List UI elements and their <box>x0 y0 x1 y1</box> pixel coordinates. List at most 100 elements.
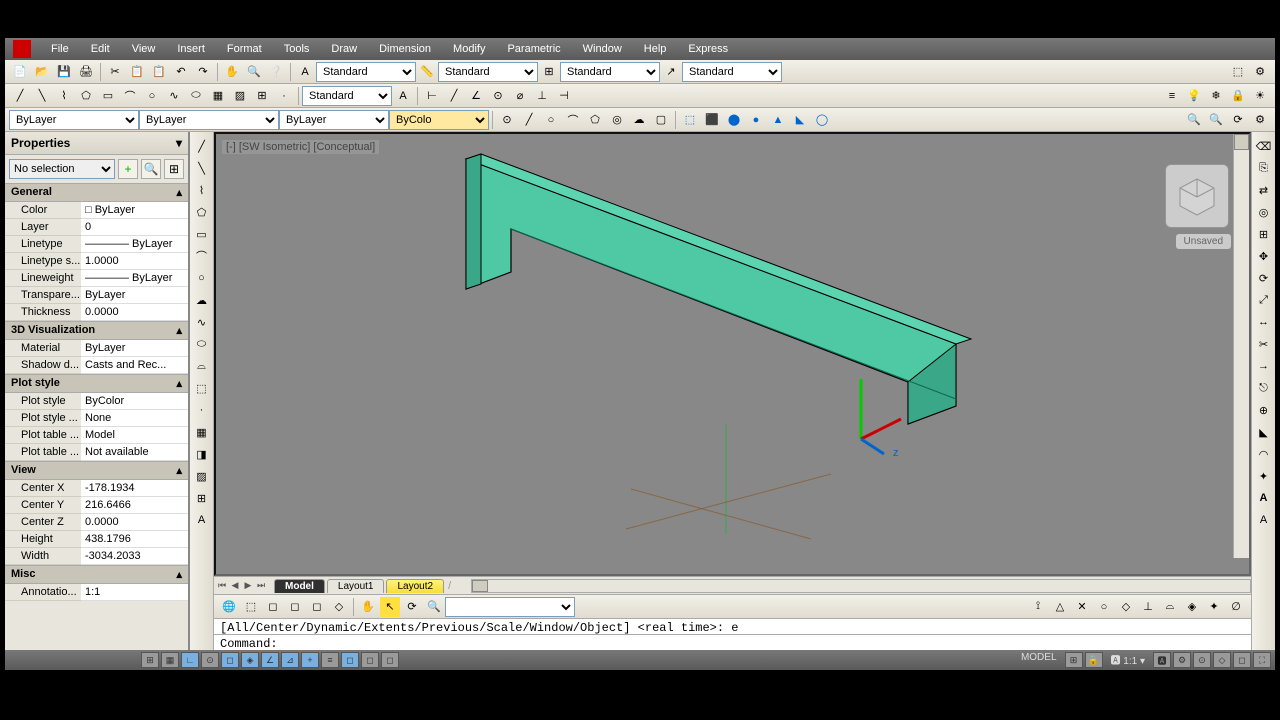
rotate-icon[interactable]: ⟳ <box>1254 268 1274 288</box>
prop-row[interactable]: Thickness0.0000 <box>5 304 188 321</box>
prop-value[interactable]: 216.6466 <box>81 497 188 514</box>
tab-first-icon[interactable]: ⏮ <box>216 580 228 591</box>
undo-icon[interactable]: ↶ <box>171 62 191 82</box>
prop-value[interactable]: 0.0000 <box>81 304 188 321</box>
mleader-style-icon[interactable]: ↗ <box>661 62 681 82</box>
prop-row[interactable]: Annotatio...1:1 <box>5 584 188 601</box>
prop-row[interactable]: Layer0 <box>5 219 188 236</box>
layer-freeze-icon[interactable]: ❄ <box>1206 86 1226 106</box>
status-scale[interactable]: 🅰 1:1 ▾ <box>1105 652 1152 668</box>
prop-row[interactable]: Color□ ByLayer <box>5 202 188 219</box>
prop-row[interactable]: Shadow d...Casts and Rec... <box>5 357 188 374</box>
viewcube[interactable] <box>1165 164 1229 228</box>
prop-row[interactable]: Width-3034.2033 <box>5 548 188 565</box>
quick-select-icon[interactable]: + <box>118 159 138 179</box>
copy2-icon[interactable]: ⎘ <box>1254 158 1274 178</box>
ellipse-tool-icon[interactable]: ⬭ <box>192 334 212 354</box>
menu-dimension[interactable]: Dimension <box>369 41 441 57</box>
mleader-style-combo[interactable]: Standard <box>682 62 782 82</box>
wcs-icon[interactable]: 🌐 <box>219 597 239 617</box>
section-plot[interactable]: Plot style▴ <box>5 374 188 393</box>
status-annoscale-icon[interactable]: 🅰 <box>1153 652 1171 668</box>
region-tool-icon[interactable]: ▨ <box>192 466 212 486</box>
dim-radius-icon[interactable]: ⊙ <box>488 86 508 106</box>
chamfer-icon[interactable]: ◣ <box>1254 422 1274 442</box>
ellipsearc-tool-icon[interactable]: ⌓ <box>192 356 212 376</box>
layer-lock-icon[interactable]: 🔒 <box>1228 86 1248 106</box>
section-viz[interactable]: 3D Visualization▴ <box>5 321 188 340</box>
line-tool-icon[interactable]: ╱ <box>192 136 212 156</box>
section-general[interactable]: General▴ <box>5 183 188 202</box>
cylinder-icon[interactable]: ⬤ <box>724 110 744 130</box>
box-icon[interactable]: ⬛ <box>702 110 722 130</box>
snap-node-icon[interactable]: ✦ <box>1204 597 1224 617</box>
dim-dia-icon[interactable]: ⌀ <box>510 86 530 106</box>
mirror-icon[interactable]: ⇄ <box>1254 180 1274 200</box>
prop-value[interactable]: ByColor <box>81 393 188 410</box>
ellipse-icon[interactable]: ⬭ <box>186 86 206 106</box>
open-icon[interactable]: 📂 <box>32 62 52 82</box>
donut-icon[interactable]: ◎ <box>607 110 627 130</box>
break-icon[interactable]: ⎋ <box>1254 378 1274 398</box>
zoom-icon[interactable]: 🔍 <box>244 62 264 82</box>
arc2-icon[interactable]: ⌒ <box>563 110 583 130</box>
sun-icon[interactable]: ☀ <box>1250 86 1270 106</box>
prop-row[interactable]: Center Z0.0000 <box>5 514 188 531</box>
text-mod-icon[interactable]: A <box>1254 488 1274 508</box>
status-lock-icon[interactable]: 🔒 <box>1085 652 1103 668</box>
circle-tool-icon[interactable]: ○ <box>192 268 212 288</box>
menu-window[interactable]: Window <box>573 41 632 57</box>
trim-icon[interactable]: ✂ <box>1254 334 1274 354</box>
command-prompt[interactable]: Command: <box>214 634 1251 650</box>
menu-file[interactable]: File <box>41 41 79 57</box>
save-icon[interactable]: 💾 <box>54 62 74 82</box>
table-icon[interactable]: ⊞ <box>252 86 272 106</box>
prop-value[interactable]: ———— ByLayer <box>81 270 188 287</box>
palette-icon[interactable]: ⬚ <box>1228 62 1248 82</box>
dim-angular-icon[interactable]: ∠ <box>466 86 486 106</box>
prop-value[interactable]: 1.0000 <box>81 253 188 270</box>
point-icon[interactable]: ⊙ <box>497 110 517 130</box>
rect-icon[interactable]: ▭ <box>98 86 118 106</box>
viewport[interactable]: [-] [SW Isometric] [Conceptual] z <box>214 132 1251 576</box>
extend-icon[interactable]: → <box>1254 356 1274 376</box>
linetype-combo[interactable]: ByLayer <box>139 110 279 130</box>
table-style-icon[interactable]: ⊞ <box>539 62 559 82</box>
status-hw-icon[interactable]: ⊙ <box>1193 652 1211 668</box>
prop-row[interactable]: MaterialByLayer <box>5 340 188 357</box>
snap-mid-icon[interactable]: △ <box>1050 597 1070 617</box>
prop-row[interactable]: Plot table ...Model <box>5 427 188 444</box>
view-iso-icon[interactable]: ◇ <box>329 597 349 617</box>
circle-icon[interactable]: ○ <box>142 86 162 106</box>
zoom-ext-icon[interactable]: 🔍 <box>1184 110 1204 130</box>
pyramid-icon[interactable]: ▲ <box>768 110 788 130</box>
snap-cen-icon[interactable]: ○ <box>1094 597 1114 617</box>
gradient-tool-icon[interactable]: ◨ <box>192 444 212 464</box>
prop-row[interactable]: Linetype s...1.0000 <box>5 253 188 270</box>
region-icon[interactable]: ▨ <box>230 86 250 106</box>
cut-icon[interactable]: ✂ <box>105 62 125 82</box>
dim-ord-icon[interactable]: ⊥ <box>532 86 552 106</box>
text-mod2-icon[interactable]: A <box>1254 510 1274 530</box>
snap-end-icon[interactable]: ⟟ <box>1028 597 1048 617</box>
osnap-combo[interactable] <box>445 597 575 617</box>
layer-manager-icon[interactable]: ≡ <box>1162 86 1182 106</box>
osnap-toggle[interactable]: ◻ <box>221 652 239 668</box>
cursor-highlight-icon[interactable]: ↖ <box>380 597 400 617</box>
mtext-icon[interactable]: A <box>393 86 413 106</box>
wipeout-icon[interactable]: ▢ <box>651 110 671 130</box>
unsaved-view-label[interactable]: Unsaved <box>1176 234 1231 249</box>
selection-combo[interactable]: No selection <box>9 159 115 179</box>
copy-icon[interactable]: 📋 <box>127 62 147 82</box>
prop-value[interactable]: Not available <box>81 444 188 461</box>
menu-parametric[interactable]: Parametric <box>497 41 570 57</box>
tab-prev-icon[interactable]: ◀ <box>229 580 241 591</box>
dim-aligned-icon[interactable]: ╱ <box>444 86 464 106</box>
menu-help[interactable]: Help <box>634 41 677 57</box>
point-icon[interactable]: · <box>274 86 294 106</box>
polar-toggle[interactable]: ⊙ <box>201 652 219 668</box>
prop-value[interactable]: 0 <box>81 219 188 236</box>
model-toggle[interactable]: ◻ <box>381 652 399 668</box>
scale-icon[interactable]: ⤢ <box>1254 290 1274 310</box>
prop-value[interactable]: □ ByLayer <box>81 202 188 219</box>
